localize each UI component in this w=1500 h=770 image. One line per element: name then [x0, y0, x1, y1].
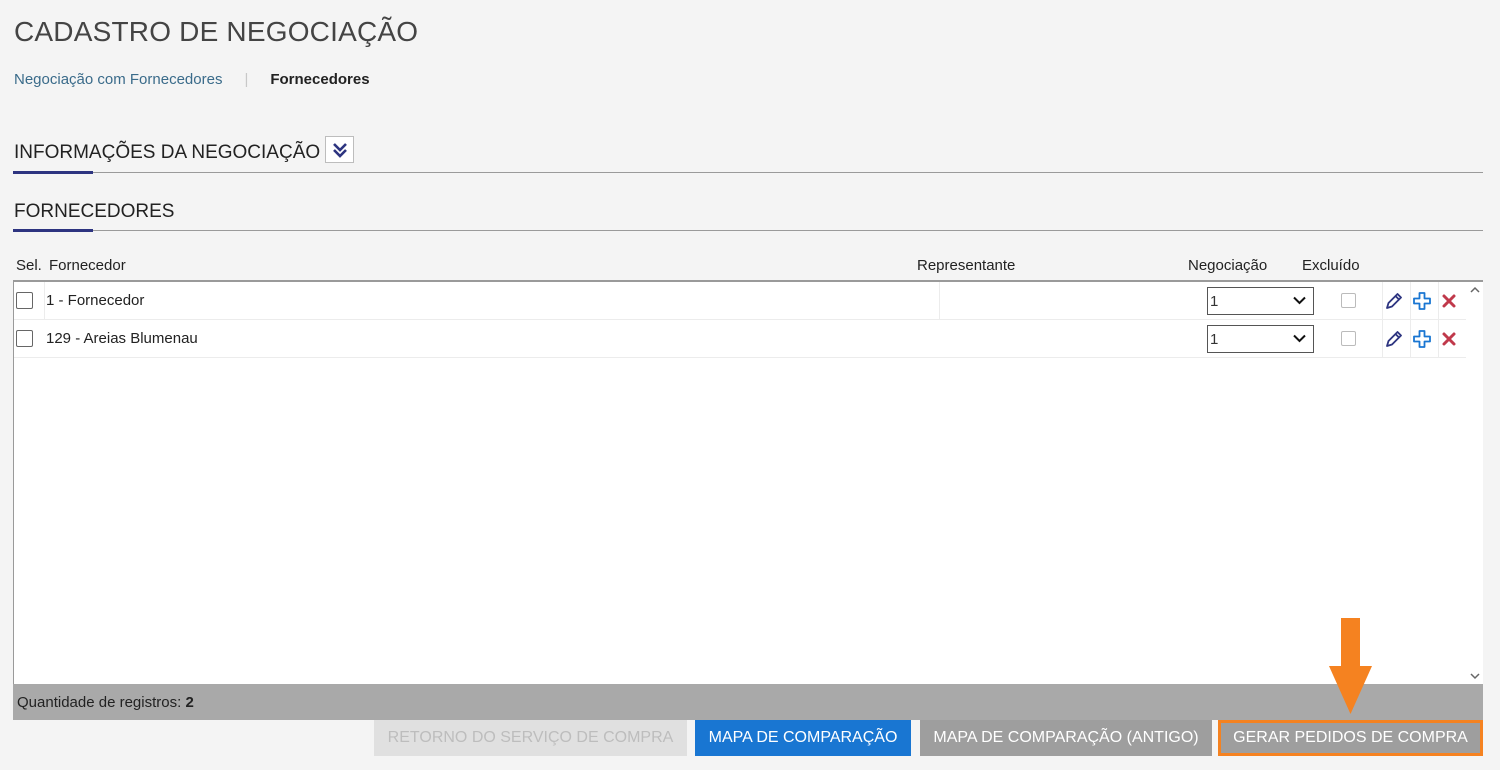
close-icon[interactable]: [1439, 291, 1459, 311]
mapa-comparacao-button[interactable]: MAPA DE COMPARAÇÃO: [695, 720, 911, 756]
excluido-checkbox[interactable]: [1341, 293, 1356, 308]
scroll-up-icon[interactable]: [1470, 286, 1480, 293]
section-info-header: INFORMAÇÕES DA NEGOCIAÇÃO: [13, 130, 1483, 174]
page-title: CADASTRO DE NEGOCIAÇÃO: [14, 16, 419, 47]
grid-body: 1 - Fornecedor 1 129 - Areias Blumenau 1: [13, 282, 1483, 684]
double-chevron-down-icon: [332, 142, 347, 158]
expand-info-button[interactable]: [325, 136, 354, 163]
breadcrumb-current: Fornecedores: [270, 71, 370, 88]
grid-footer: Quantidade de registros: 2: [13, 684, 1483, 720]
table-row: 1 - Fornecedor 1: [14, 282, 1467, 320]
table-row: 129 - Areias Blumenau 1: [14, 320, 1467, 358]
column-header-sel: Sel.: [16, 257, 42, 274]
section-fornecedores-underline: [13, 229, 93, 232]
scroll-down-icon[interactable]: [1470, 673, 1480, 680]
row-fornecedor: 129 - Areias Blumenau: [46, 330, 198, 347]
negociacao-select-value: 1: [1210, 292, 1219, 310]
column-header-negociacao[interactable]: Negociação: [1188, 257, 1267, 274]
record-count: Quantidade de registros: 2: [17, 694, 194, 711]
retorno-servico-compra-button[interactable]: RETORNO DO SERVIÇO DE COMPRA: [374, 720, 687, 756]
mapa-comparacao-antigo-button[interactable]: MAPA DE COMPARAÇÃO (ANTIGO): [920, 720, 1212, 756]
close-icon[interactable]: [1439, 329, 1459, 349]
column-header-fornecedor[interactable]: Fornecedor: [49, 257, 126, 274]
row-select-checkbox[interactable]: [16, 330, 33, 347]
section-info-underline: [13, 171, 93, 174]
row-select-checkbox[interactable]: [16, 292, 33, 309]
column-header-excluido[interactable]: Excluído: [1302, 257, 1360, 274]
plus-icon[interactable]: [1412, 329, 1432, 349]
negociacao-select[interactable]: 1: [1207, 325, 1314, 353]
breadcrumb-link-negociacao[interactable]: Negociação com Fornecedores: [14, 71, 222, 88]
section-fornecedores-title: FORNECEDORES: [14, 201, 175, 222]
negociacao-select-value: 1: [1210, 330, 1219, 348]
pencil-icon[interactable]: [1384, 291, 1404, 311]
section-info-title: INFORMAÇÕES DA NEGOCIAÇÃO: [14, 142, 321, 163]
plus-icon[interactable]: [1412, 291, 1432, 311]
breadcrumb-separator: |: [244, 71, 249, 88]
gerar-pedidos-compra-button[interactable]: GERAR PEDIDOS DE COMPRA: [1218, 720, 1483, 756]
pencil-icon[interactable]: [1384, 329, 1404, 349]
grid-scrollbar[interactable]: [1466, 282, 1483, 684]
highlight-arrow-icon: [1329, 618, 1372, 714]
section-fornecedores-header: FORNECEDORES: [13, 192, 1483, 232]
excluido-checkbox[interactable]: [1341, 331, 1356, 346]
negociacao-select[interactable]: 1: [1207, 287, 1314, 315]
chevron-down-icon: [1293, 296, 1306, 305]
row-fornecedor: 1 - Fornecedor: [46, 292, 145, 309]
record-count-value: 2: [185, 694, 194, 711]
chevron-down-icon: [1293, 334, 1306, 343]
record-count-label: Quantidade de registros:: [17, 694, 182, 711]
grid-header: Sel. Fornecedor Representante Negociação…: [13, 250, 1483, 282]
column-header-representante[interactable]: Representante: [917, 257, 1015, 274]
breadcrumb: Negociação com Fornecedores | Fornecedor…: [14, 71, 370, 88]
